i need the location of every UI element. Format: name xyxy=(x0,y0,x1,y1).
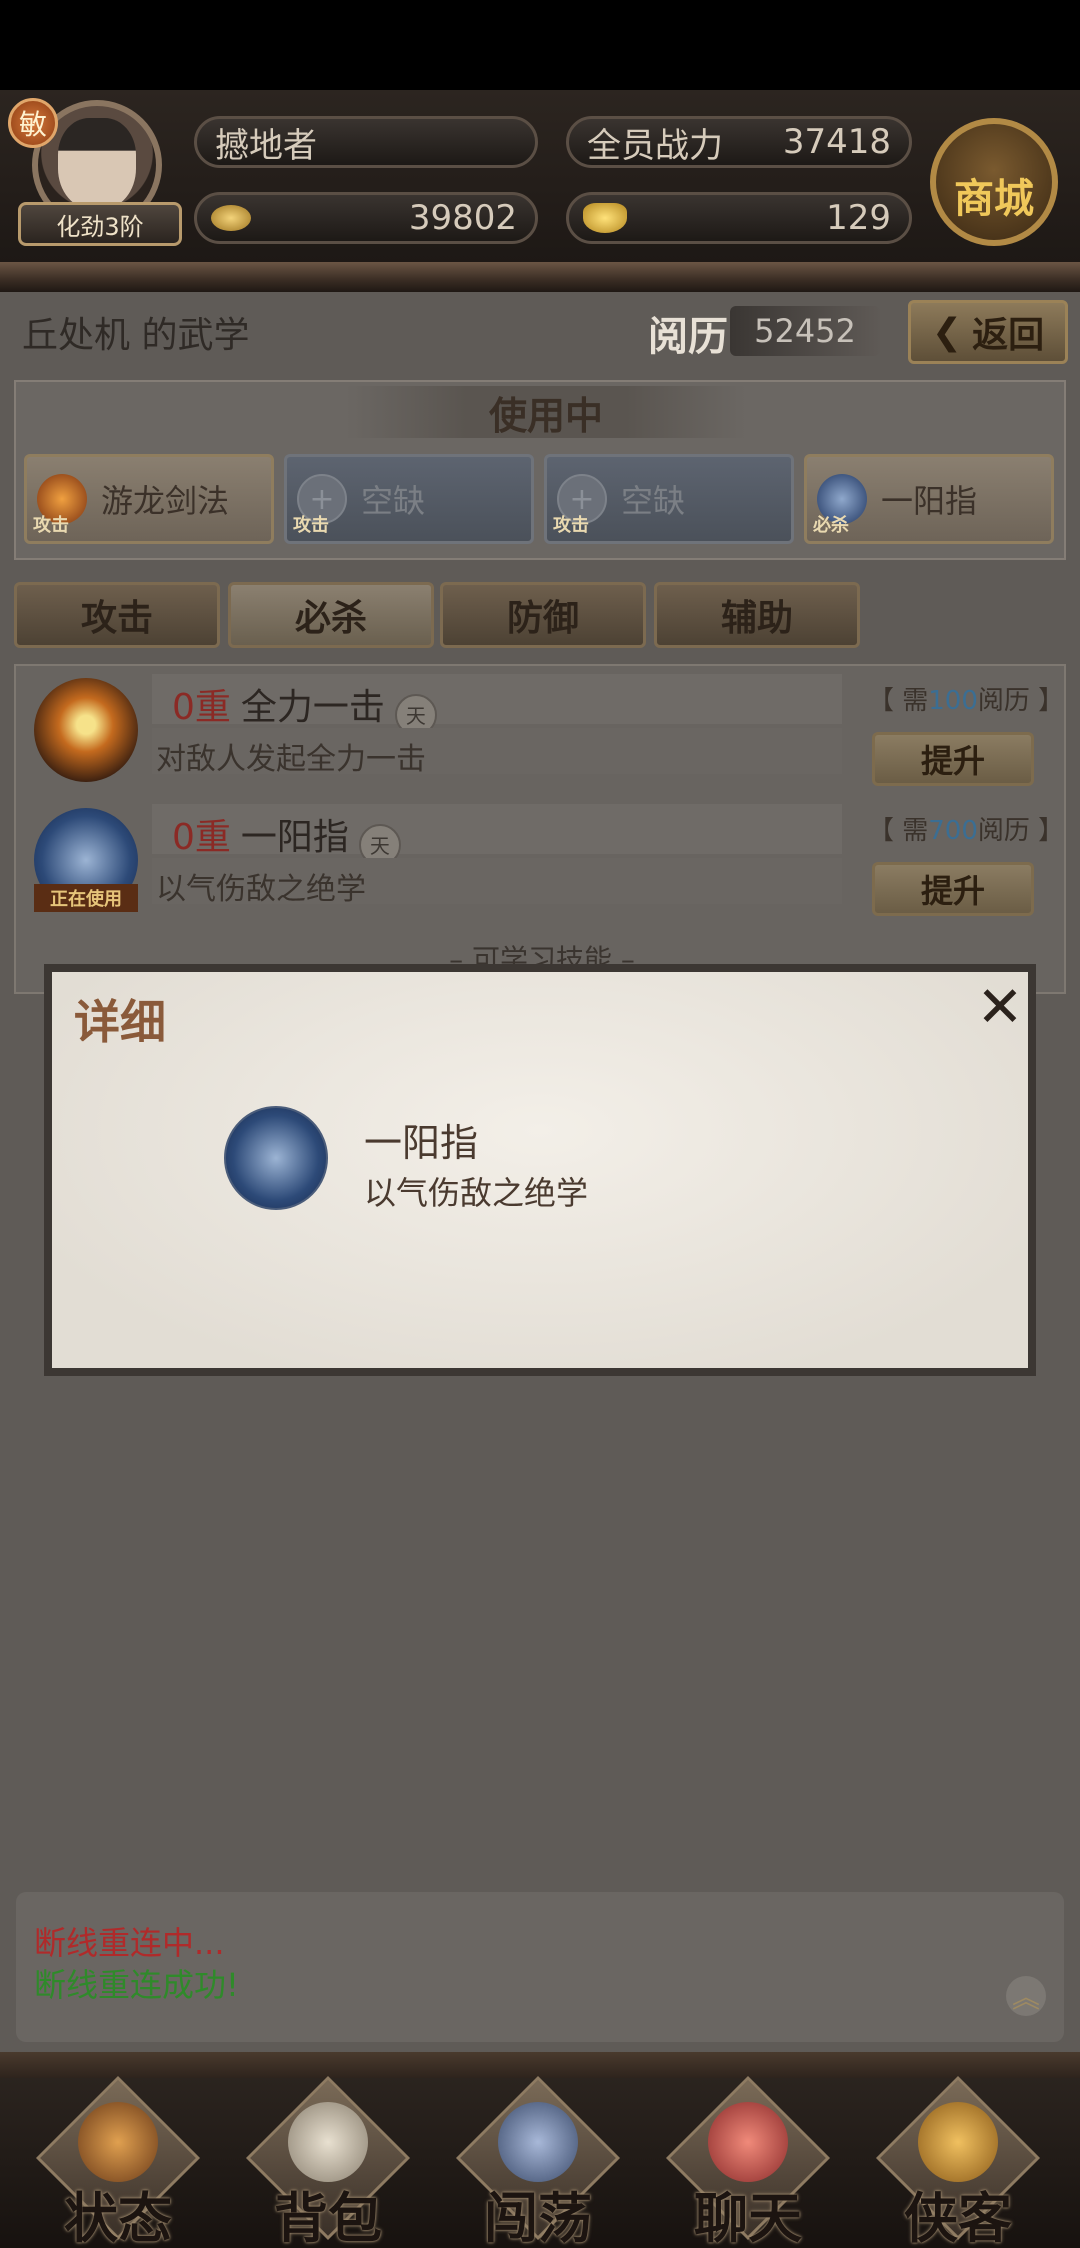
rank-plate: 化劲3阶 xyxy=(18,202,182,246)
gourd-icon xyxy=(78,2102,158,2182)
coin-icon xyxy=(211,205,251,231)
upgrade-button[interactable]: 提升 xyxy=(872,862,1034,916)
skill-icon-yiyangzhi: 正在使用 xyxy=(34,808,138,912)
nav-label: 聊天 xyxy=(694,2187,802,2248)
fan-icon xyxy=(918,2102,998,2182)
page-title: 丘处机 的武学 xyxy=(22,315,250,356)
skill-name: 全力一击 xyxy=(240,687,385,728)
tab-attack[interactable]: 攻击 xyxy=(14,582,220,648)
in-use-panel: 使用中 游龙剑法 攻击 + 空缺 攻击 + 空缺 攻击 一阳指 必杀 xyxy=(14,380,1066,560)
player-name: 撼地者 xyxy=(215,125,317,166)
back-label: 返回 xyxy=(972,315,1045,356)
back-button[interactable]: ❮ 返回 xyxy=(908,300,1068,364)
nav-label: 背包 xyxy=(274,2187,382,2248)
skill-cost: 【 需100阅历 】 xyxy=(868,680,1064,717)
coins-field: 39802 xyxy=(194,192,538,244)
skill-title: 0重 一阳指天 xyxy=(172,808,401,866)
frame-divider-top xyxy=(0,262,1080,292)
skill-name: 一阳指 xyxy=(240,817,349,858)
nav-label: 侠客 xyxy=(904,2187,1012,2248)
skill-title: 0重 全力一击天 xyxy=(172,678,437,736)
skill-list: 0重 全力一击天 对敌人发起全力一击 【 需100阅历 】 提升 正在使用 0重一… xyxy=(14,664,1066,994)
slot-tag: 攻击 xyxy=(293,515,329,536)
player-name-field: 撼地者 xyxy=(194,116,538,168)
skill-cost: 【 需700阅历 】 xyxy=(868,810,1064,847)
skill-description: 以气伤敌之绝学 xyxy=(156,872,366,907)
slot-label: 空缺 xyxy=(621,482,686,520)
equipped-slot-1[interactable]: 游龙剑法 攻击 xyxy=(24,454,274,544)
nav-backpack[interactable]: 背包 xyxy=(228,2075,428,2248)
crossed-swords-icon xyxy=(498,2102,578,2182)
skill-description: 对敌人发起全力一击 xyxy=(156,742,426,777)
slot-label: 一阳指 xyxy=(881,482,978,520)
tab-support[interactable]: 辅助 xyxy=(654,582,860,648)
cost-number: 700 xyxy=(928,816,978,846)
tab-ultimate[interactable]: 必杀 xyxy=(228,582,434,648)
equipped-slot-4[interactable]: 一阳指 必杀 xyxy=(804,454,1054,544)
skill-icon-full-strike xyxy=(34,678,138,782)
nav-chat[interactable]: 聊天 xyxy=(648,2075,848,2248)
gold-ingot-icon xyxy=(583,203,627,233)
detail-modal: 详细 ✕ 一阳指 以气伤敌之绝学 xyxy=(44,964,1036,1376)
coins-value: 39802 xyxy=(408,198,517,238)
chat-panel[interactable]: 断线重连中... 断线重连成功! ︽ xyxy=(16,1892,1064,2042)
ingots-field: 129 xyxy=(566,192,912,244)
equipped-slot-3[interactable]: + 空缺 攻击 xyxy=(544,454,794,544)
class-badge: 敏 xyxy=(8,98,58,148)
skill-row[interactable]: 正在使用 0重 一阳指天 以气伤敌之绝学 【 需700阅历 】 提升 xyxy=(16,796,1068,924)
cost-suffix: 阅历 】 xyxy=(977,686,1065,716)
modal-skill-description: 以气伤敌之绝学 xyxy=(364,1174,589,1212)
frame-divider-bottom xyxy=(0,2052,1080,2078)
skill-level: 0重 xyxy=(172,687,231,728)
shop-label: 商城 xyxy=(954,176,1034,222)
power-label: 全员战力 xyxy=(587,125,723,166)
chat-message: 断线重连中... xyxy=(34,1924,225,1962)
slot-tag: 攻击 xyxy=(553,515,589,536)
experience-value: 52452 xyxy=(730,306,880,356)
skill-icon-yiyangzhi xyxy=(224,1106,328,1210)
nav-label: 状态 xyxy=(64,2187,172,2248)
in-use-ribbon: 正在使用 xyxy=(34,884,138,912)
upgrade-button[interactable]: 提升 xyxy=(872,732,1034,786)
nav-adventure[interactable]: 闯荡 xyxy=(438,2075,638,2248)
flower-icon xyxy=(708,2102,788,2182)
bottom-nav: 状态 背包 闯荡 聊天 侠客 xyxy=(0,2075,1080,2248)
chevron-left-icon: ❮ xyxy=(931,311,963,353)
bag-icon xyxy=(288,2102,368,2182)
chat-message: 断线重连成功! xyxy=(34,1966,239,2004)
close-icon[interactable]: ✕ xyxy=(972,980,1028,1036)
tab-defense[interactable]: 防御 xyxy=(440,582,646,648)
slot-tag: 必杀 xyxy=(813,515,849,536)
cost-prefix: 【 需 xyxy=(868,686,929,716)
in-use-title: 使用中 xyxy=(346,386,746,438)
ingots-value: 129 xyxy=(826,198,891,238)
top-header: 敏 化劲3阶 撼地者 全员战力 37418 39802 129 商城 xyxy=(0,90,1080,280)
cost-number: 100 xyxy=(928,686,978,716)
modal-skill-name: 一阳指 xyxy=(364,1121,479,1165)
avatar-portrait xyxy=(58,118,136,210)
experience-label: 阅历 xyxy=(648,314,728,360)
skill-level: 0重 xyxy=(172,817,231,858)
shop-button[interactable]: 商城 xyxy=(930,118,1058,246)
slot-tag: 攻击 xyxy=(33,515,69,536)
modal-title: 详细 xyxy=(74,995,166,1049)
slot-label: 游龙剑法 xyxy=(101,482,230,520)
skill-row[interactable]: 0重 全力一击天 对敌人发起全力一击 【 需100阅历 】 提升 xyxy=(16,666,1068,794)
nav-status[interactable]: 状态 xyxy=(18,2075,218,2248)
status-bar xyxy=(0,0,1080,90)
nav-label: 闯荡 xyxy=(484,2187,592,2248)
equipped-slot-2[interactable]: + 空缺 攻击 xyxy=(284,454,534,544)
power-value: 37418 xyxy=(782,122,891,162)
slot-label: 空缺 xyxy=(361,482,426,520)
power-field: 全员战力 37418 xyxy=(566,116,912,168)
cost-prefix: 【 需 xyxy=(868,816,929,846)
expand-chat-icon[interactable]: ︽ xyxy=(1006,1976,1046,2016)
nav-heroes[interactable]: 侠客 xyxy=(858,2075,1058,2248)
cost-suffix: 阅历 】 xyxy=(977,816,1065,846)
